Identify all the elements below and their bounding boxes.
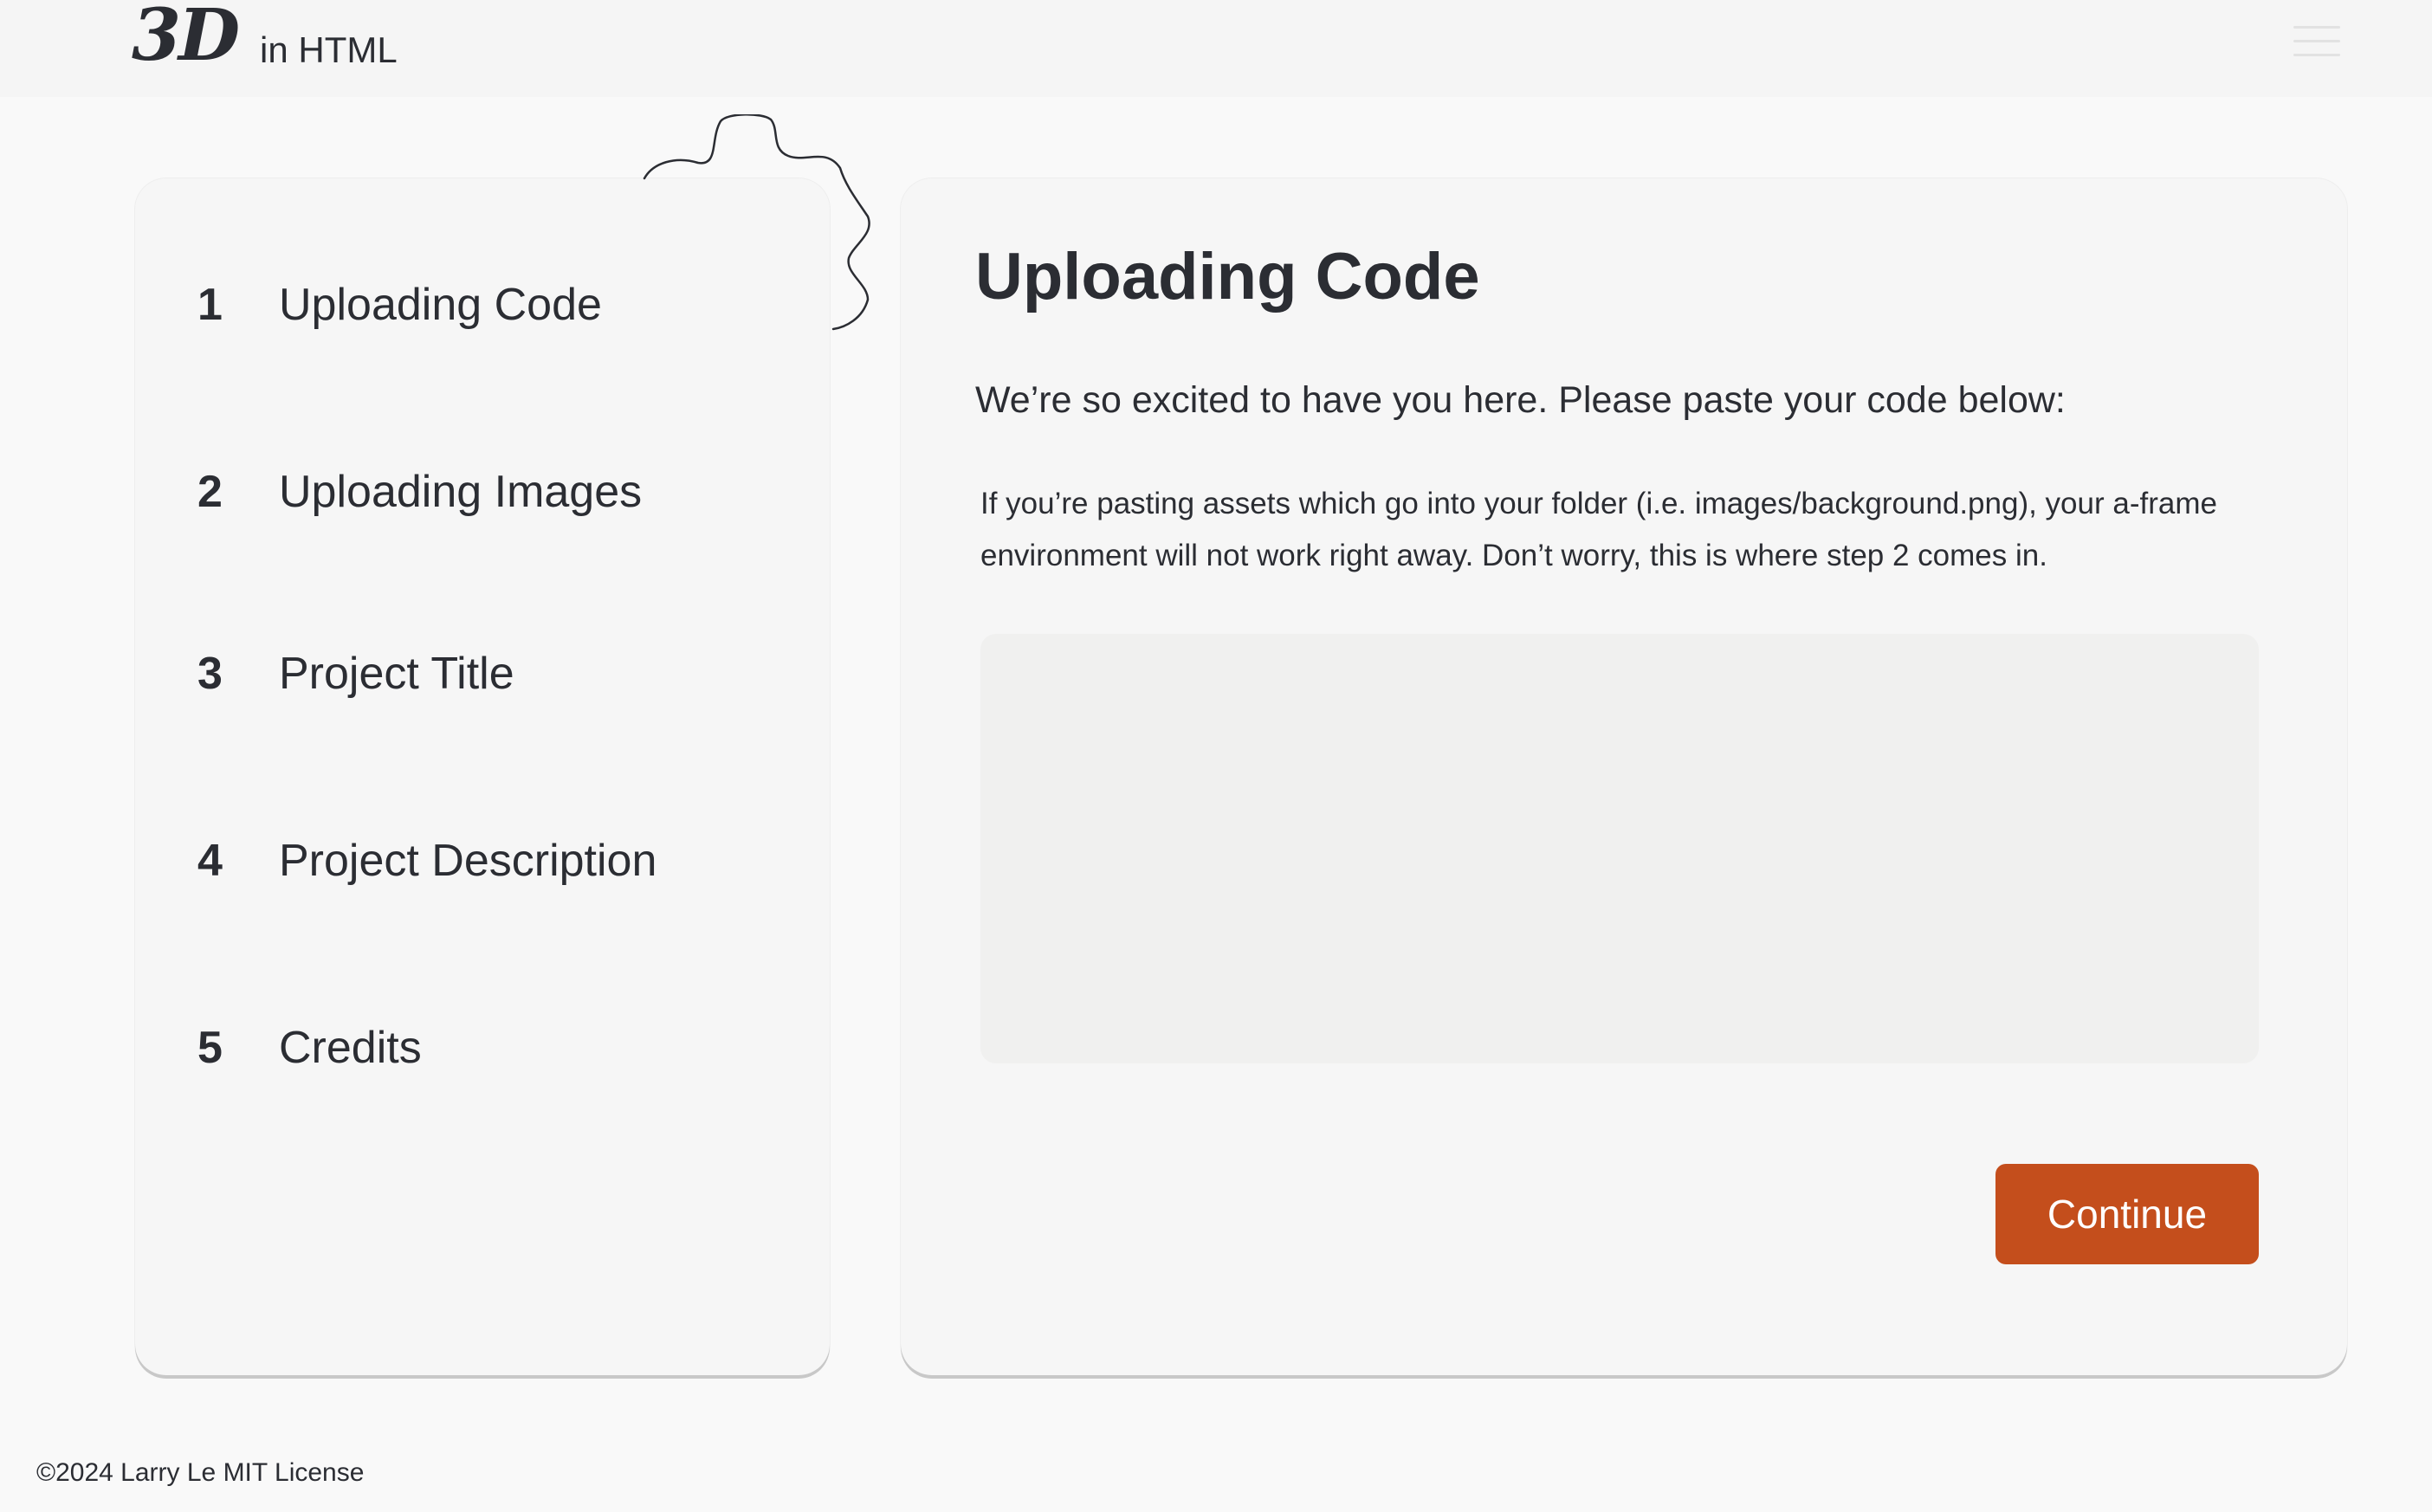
footer-text: ©2024 Larry Le MIT License [36,1458,365,1487]
step-label: Project Description [279,836,657,886]
step-item-uploading-code[interactable]: 1 Uploading Code [197,270,602,339]
main-panel: Uploading Code We’re so excited to have … [901,178,2347,1375]
logo-subtitle: in HTML [260,29,398,70]
step-item-uploading-images[interactable]: 2 Uploading Images [197,457,642,527]
step-item-credits[interactable]: 5 Credits [197,1013,422,1082]
step-label: Uploading Code [279,280,602,330]
step-number: 3 [197,649,223,699]
step-number: 5 [197,1023,223,1073]
step-number: 1 [197,280,223,330]
step-number: 2 [197,467,223,517]
step-label: Credits [279,1023,422,1073]
step-label: Project Title [279,649,514,699]
intro-text: We’re so excited to have you here. Pleas… [975,379,2066,421]
code-input[interactable] [980,634,2259,1063]
step-label: Uploading Images [279,467,643,517]
step-item-project-description[interactable]: 4 Project Description [197,826,657,895]
continue-button[interactable]: Continue [1995,1164,2259,1264]
hamburger-menu-icon[interactable] [2293,24,2340,59]
step-number: 4 [197,836,223,886]
top-bar: 3D in HTML [0,0,2432,97]
note-text: If you’re pasting assets which go into y… [980,487,2217,572]
steps-sidebar: 1 Uploading Code 2 Uploading Images 3 Pr… [135,178,830,1375]
logo[interactable]: 3D [132,0,240,71]
step-item-project-title[interactable]: 3 Project Title [197,639,514,708]
page-title: Uploading Code [975,240,1480,313]
